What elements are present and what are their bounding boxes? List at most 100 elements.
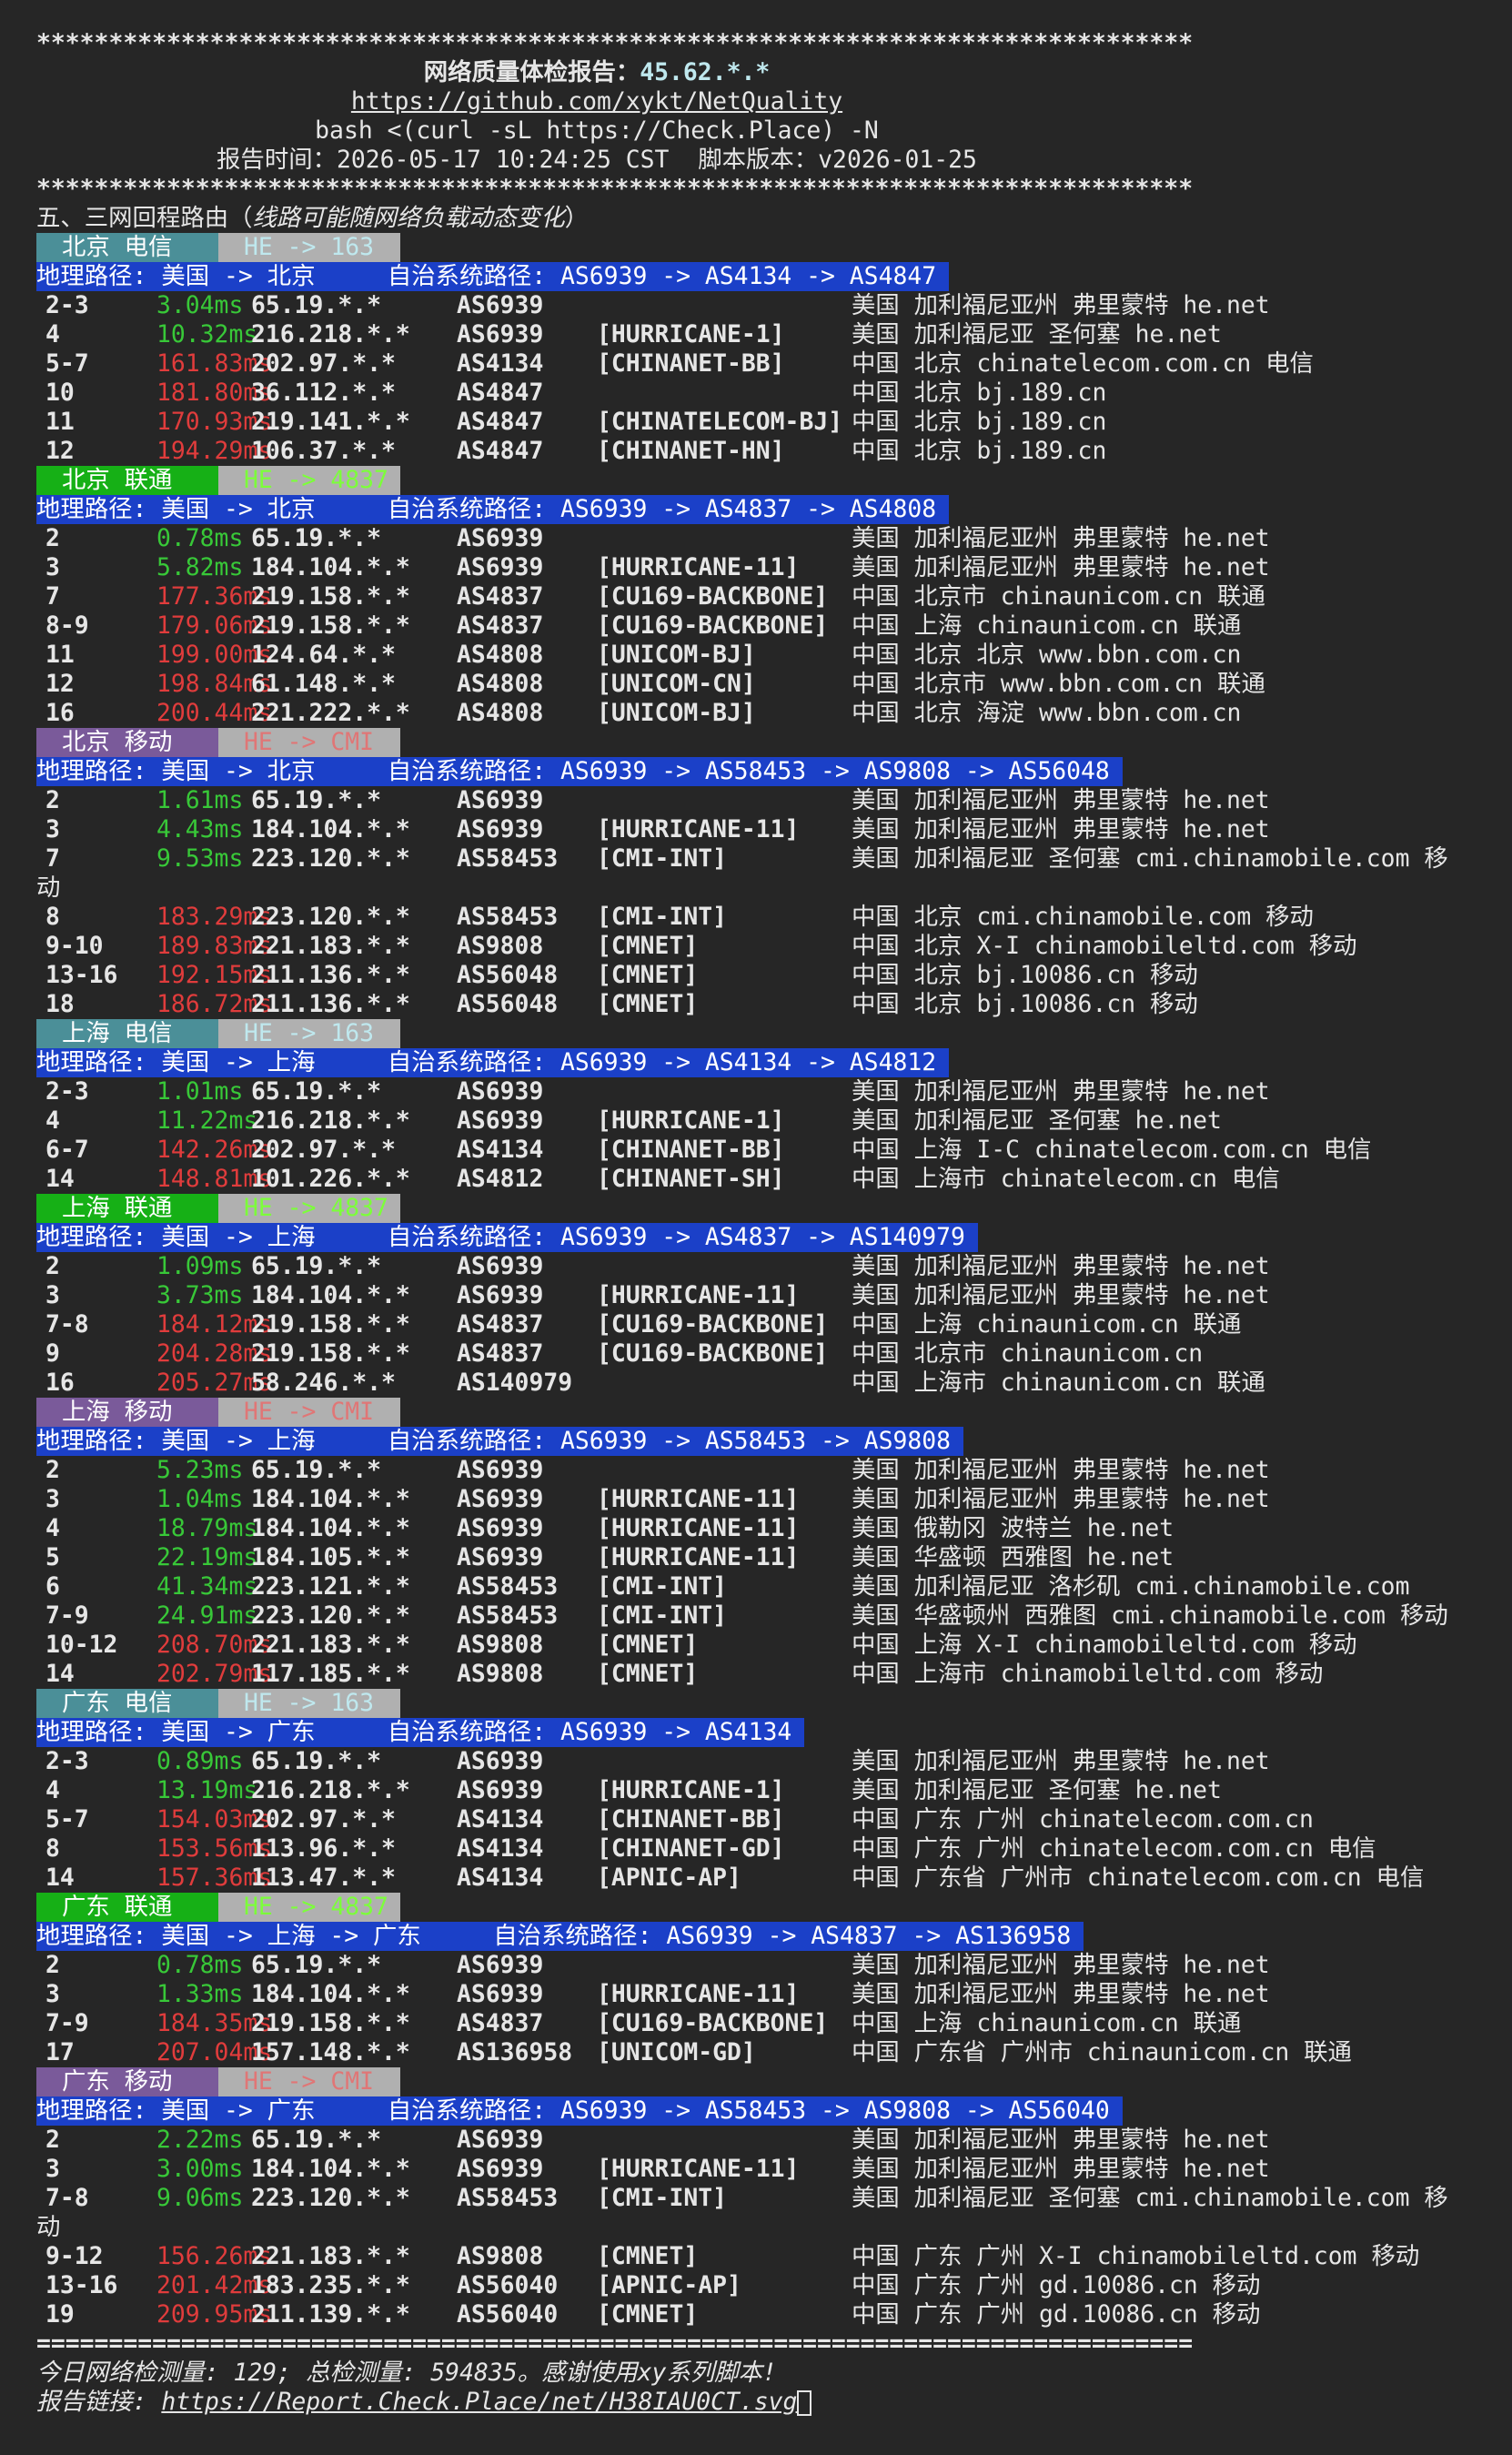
hop-number: 16 bbox=[45, 699, 75, 727]
hop-geo: 美国 加利福尼亚州 弗里蒙特 he.net bbox=[852, 1281, 1270, 1309]
hop-asn: AS58453 bbox=[457, 1572, 559, 1601]
route-header: 北京 电信 HE -> 163 bbox=[36, 233, 1492, 262]
hop-ip: 221.183.*.* bbox=[251, 1631, 410, 1659]
hop-asn: AS6939 bbox=[457, 1951, 544, 1979]
route-header: 广东 电信 HE -> 163 bbox=[36, 1689, 1492, 1718]
hop-asn: AS58453 bbox=[457, 844, 559, 873]
hop-number: 11 bbox=[45, 641, 75, 669]
hop-number: 7-9 bbox=[45, 1601, 89, 1630]
hop-number: 6-7 bbox=[45, 1136, 89, 1164]
hop-geo: 美国 加利福尼亚州 弗里蒙特 he.net bbox=[852, 291, 1270, 319]
hop-geo: 美国 加利福尼亚 圣何塞 cmi.chinamobile.com 移 bbox=[852, 844, 1448, 873]
hop-row: 9-12 156.26ms 221.183.*.* AS9808 [CMNET] 中国 广… bbox=[36, 2242, 1492, 2271]
hop-ip: 65.19.*.* bbox=[251, 786, 381, 814]
hop-number: 2 bbox=[45, 524, 60, 552]
hop-ip: 113.96.*.* bbox=[251, 1834, 396, 1863]
hop-asn: AS6939 bbox=[457, 815, 544, 844]
hop-row: 2-3 0.89ms 65.19.*.* AS6939 美国 加利福尼亚州 弗里蒙特 h… bbox=[36, 1747, 1492, 1776]
hop-ip: 65.19.*.* bbox=[251, 1951, 381, 1979]
hop-asn: AS6939 bbox=[457, 1077, 544, 1106]
hop-row: 8-9 179.06ms 219.158.*.* AS4837 [CU169-BACKB… bbox=[36, 611, 1492, 641]
hop-geo: 中国 北京 bj.10086.cn 移动 bbox=[852, 990, 1198, 1018]
hop-network-tag: [CHINATELECOM-BJ] bbox=[597, 408, 843, 436]
report-meta: 报告时间：2026-05-17 10:24:25 CST 脚本版本：v2026-… bbox=[217, 146, 977, 174]
hop-geo: 中国 广东 广州 gd.10086.cn 移动 bbox=[852, 2300, 1261, 2329]
footer-report: 报告链接: https://Report.Check.Place/net/H38… bbox=[36, 2388, 1492, 2417]
hop-ip: 223.121.*.* bbox=[251, 1572, 410, 1601]
hop-asn: AS6939 bbox=[457, 1252, 544, 1280]
hop-number: 6 bbox=[45, 1572, 60, 1601]
hop-latency: 1.09ms bbox=[156, 1252, 244, 1280]
hop-number: 4 bbox=[45, 1776, 60, 1804]
hop-number: 9-12 bbox=[45, 2242, 104, 2270]
hop-network-tag: [CMI-INT] bbox=[597, 1572, 727, 1601]
repo-link[interactable]: https://github.com/xykt/NetQuality bbox=[351, 87, 842, 116]
hop-ip: 65.19.*.* bbox=[251, 291, 381, 319]
hop-number: 8 bbox=[45, 903, 60, 931]
hop-ip: 223.120.*.* bbox=[251, 2184, 410, 2212]
route-path-summary: 地理路径: 美国 -> 上海 自治系统路径: AS6939 -> AS4134 … bbox=[36, 1048, 950, 1077]
hop-asn: AS6939 bbox=[457, 320, 544, 349]
hop-network-tag: [HURRICANE-1] bbox=[597, 1776, 785, 1804]
route-header: 北京 联通 HE -> 4837 bbox=[36, 466, 1492, 495]
report-link[interactable]: https://Report.Check.Place/net/H38IAU0CT… bbox=[161, 2388, 797, 2416]
hop-ip: 65.19.*.* bbox=[251, 524, 381, 552]
route-path-summary: 地理路径: 美国 -> 北京 自治系统路径: AS6939 -> AS58453… bbox=[36, 757, 1123, 786]
hop-asn: AS4808 bbox=[457, 699, 544, 727]
hop-ip: 211.136.*.* bbox=[251, 990, 410, 1018]
hop-latency: 11.22ms bbox=[156, 1106, 258, 1135]
hop-row: 3 5.82ms 184.104.*.* AS6939 [HURRICANE-11] 美国… bbox=[36, 553, 1492, 582]
hop-row: 12 194.29ms 106.37.*.* AS4847 [CHINANET-HN] 中… bbox=[36, 437, 1492, 466]
hop-network-tag: [CMNET] bbox=[597, 1660, 699, 1688]
hop-number: 9-10 bbox=[45, 932, 104, 960]
hop-number: 12 bbox=[45, 437, 75, 465]
hop-geo: 中国 北京 bj.10086.cn 移动 bbox=[852, 961, 1198, 989]
route-path-summary: 地理路径: 美国 -> 上海 自治系统路径: AS6939 -> AS4837 … bbox=[36, 1223, 978, 1252]
hop-latency: 10.32ms bbox=[156, 320, 258, 349]
hop-network-tag: [CU169-BACKBONE] bbox=[597, 582, 829, 611]
hop-ip: 219.141.*.* bbox=[251, 408, 410, 436]
hop-geo: 中国 上海市 chinatelecom.cn 电信 bbox=[852, 1165, 1280, 1193]
hop-network-tag: [CMNET] bbox=[597, 990, 699, 1018]
hop-asn: AS4837 bbox=[457, 1310, 544, 1339]
hop-network-tag: [CMNET] bbox=[597, 961, 699, 989]
hop-asn: AS140979 bbox=[457, 1369, 573, 1397]
hop-row: 7-9 184.35ms 219.158.*.* AS4837 [CU169-BACKB… bbox=[36, 2009, 1492, 2038]
hop-number: 4 bbox=[45, 1514, 60, 1542]
hop-row: 7 177.36ms 219.158.*.* AS4837 [CU169-BACKBON… bbox=[36, 582, 1492, 611]
hop-geo: 美国 加利福尼亚州 弗里蒙特 he.net bbox=[852, 553, 1270, 581]
hop-number: 8 bbox=[45, 1834, 60, 1863]
hop-asn: AS56048 bbox=[457, 990, 559, 1018]
hop-row: 6-7 142.26ms 202.97.*.* AS4134 [CHINANET-BB]… bbox=[36, 1136, 1492, 1165]
hop-asn: AS58453 bbox=[457, 1601, 559, 1630]
hop-geo: 美国 加利福尼亚州 弗里蒙特 he.net bbox=[852, 2126, 1270, 2154]
hop-number: 7-8 bbox=[45, 2184, 89, 2212]
hop-geo: 中国 上海市 chinaunicom.cn 联通 bbox=[852, 1369, 1265, 1397]
route-location-badge: 北京 联通 bbox=[36, 466, 218, 495]
hop-latency: 1.01ms bbox=[156, 1077, 244, 1106]
hop-number: 16 bbox=[45, 1369, 75, 1397]
hop-ip: 183.235.*.* bbox=[251, 2271, 410, 2299]
hop-latency: 5.82ms bbox=[156, 553, 244, 581]
hop-ip: 58.246.*.* bbox=[251, 1369, 396, 1397]
route-path-summary: 地理路径: 美国 -> 上海 自治系统路径: AS6939 -> AS58453… bbox=[36, 1427, 964, 1456]
hop-ip: 221.222.*.* bbox=[251, 699, 410, 727]
hop-row: 9-10 189.83ms 221.183.*.* AS9808 [CMNET] 中国 北… bbox=[36, 932, 1492, 961]
hop-row: 9 204.28ms 219.158.*.* AS4837 [CU169-BACKBON… bbox=[36, 1339, 1492, 1369]
hop-ip: 219.158.*.* bbox=[251, 582, 410, 611]
hop-asn: AS6939 bbox=[457, 1980, 544, 2008]
hop-network-tag: [CHINANET-BB] bbox=[597, 349, 785, 378]
hop-ip: 65.19.*.* bbox=[251, 1456, 381, 1484]
hop-geo: 美国 加利福尼亚州 弗里蒙特 he.net bbox=[852, 524, 1270, 552]
header-stars-bottom: ****************************************… bbox=[36, 175, 1194, 203]
hop-asn: AS56048 bbox=[457, 961, 559, 989]
hop-asn: AS4847 bbox=[457, 379, 544, 407]
hop-network-tag: [HURRICANE-1] bbox=[597, 1106, 785, 1135]
hop-ip: 216.218.*.* bbox=[251, 1776, 410, 1804]
hop-geo: 中国 广东省 广州市 chinaunicom.cn 联通 bbox=[852, 2038, 1352, 2066]
hop-asn: AS4837 bbox=[457, 611, 544, 640]
hop-network-tag: [CMI-INT] bbox=[597, 2184, 727, 2212]
hop-ip: 223.120.*.* bbox=[251, 1601, 410, 1630]
hop-geo: 中国 上海 chinaunicom.cn 联通 bbox=[852, 2009, 1242, 2037]
hop-asn: AS6939 bbox=[457, 2126, 544, 2154]
